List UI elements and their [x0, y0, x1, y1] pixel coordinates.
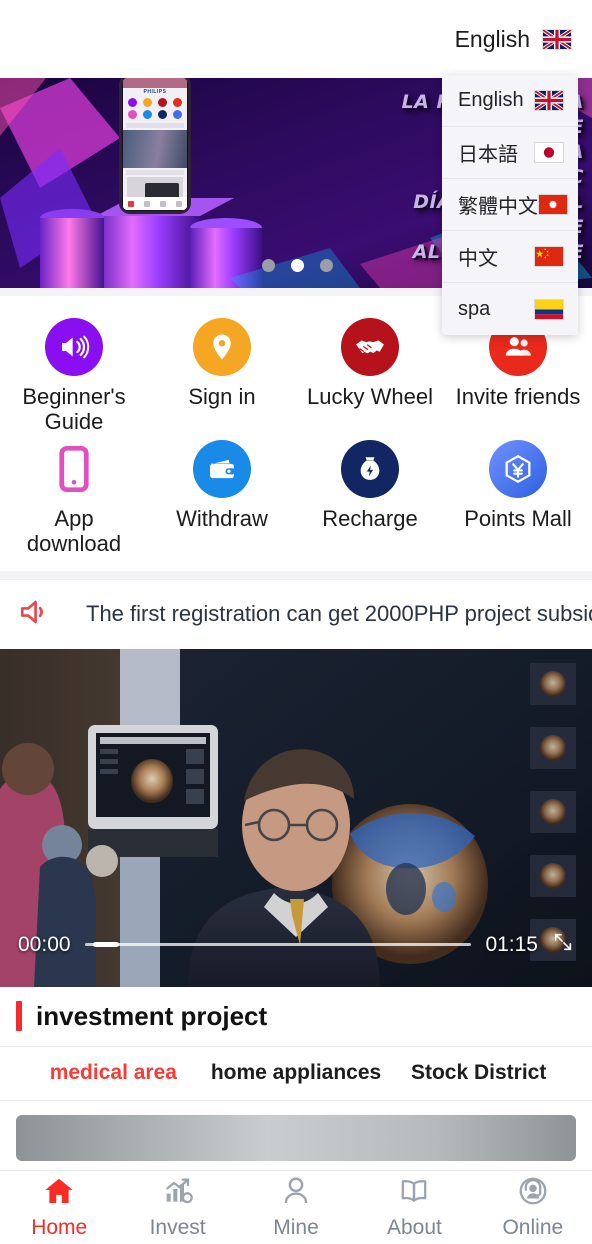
video-progress-bar[interactable]: [84, 942, 472, 947]
language-selector[interactable]: English: [455, 26, 572, 53]
quick-actions-panel: Beginner's Guide Sign in Lucky Wheel Inv…: [0, 296, 592, 571]
uk-flag-icon: [542, 28, 572, 50]
handshake-icon: [341, 318, 399, 376]
announcement-bar[interactable]: The first registration can get 2000PHP p…: [0, 578, 592, 649]
phone-brand-label: PHILIPS: [143, 89, 167, 95]
carousel-dot[interactable]: [262, 259, 275, 272]
language-option-label: 中文: [458, 248, 498, 270]
bottom-navigation[interactable]: Home Invest Mine About Online: [0, 1170, 592, 1244]
colombia-flag-icon: [534, 298, 564, 320]
nav-item-mine[interactable]: Mine: [237, 1171, 355, 1244]
video-controls[interactable]: 00:00 01:15: [0, 925, 592, 965]
nav-item-invest[interactable]: Invest: [118, 1171, 236, 1244]
investment-category-tabs[interactable]: medical area home appliances Stock Distr…: [0, 1046, 592, 1101]
nav-item-home[interactable]: Home: [0, 1171, 118, 1244]
quick-action-label: Lucky Wheel: [307, 384, 433, 409]
section-title: investment project: [36, 1000, 268, 1031]
money-bag-bolt-icon: [341, 440, 399, 499]
banner-phone-mockup: PHILIPS: [119, 78, 191, 214]
quick-action-sign-in[interactable]: Sign in: [148, 318, 296, 434]
headset-icon: [517, 1175, 549, 1212]
chart-icon: [162, 1175, 194, 1212]
carousel-dot-active[interactable]: [291, 259, 304, 272]
investment-section-header: investment project: [0, 986, 592, 1047]
quick-action-beginners-guide[interactable]: Beginner's Guide: [0, 318, 148, 434]
app-root: English PHILIPS LA DÍA AL English 日本語 繁體…: [0, 0, 592, 1244]
nav-item-label: Home: [31, 1216, 88, 1239]
nav-item-label: Mine: [273, 1216, 319, 1239]
quick-action-lucky-wheel[interactable]: Lucky Wheel: [296, 318, 444, 434]
quick-action-withdraw[interactable]: Withdraw: [148, 440, 296, 556]
japan-flag-icon: [534, 142, 564, 163]
language-option-label: 日本語: [458, 144, 518, 166]
quick-action-points-mall[interactable]: Points Mall: [444, 440, 592, 556]
announcement-text: The first registration can get 2000PHP p…: [86, 601, 592, 626]
video-current-time: 00:00: [18, 932, 71, 956]
quick-action-label: Points Mall: [464, 506, 572, 532]
language-option-label: English: [458, 89, 524, 111]
tab-home-appliances[interactable]: home appliances: [205, 1061, 388, 1085]
nav-item-online[interactable]: Online: [474, 1171, 592, 1244]
language-option-japanese[interactable]: 日本語: [442, 127, 578, 179]
quick-action-label: Withdraw: [176, 506, 268, 532]
page-header: English: [0, 0, 592, 78]
tab-stock-district[interactable]: Stock District: [387, 1061, 570, 1085]
home-icon: [42, 1175, 76, 1212]
tab-medical-area[interactable]: medical area: [22, 1061, 205, 1085]
person-icon: [280, 1175, 312, 1212]
hongkong-flag-icon: [538, 194, 568, 215]
quick-action-label: App download: [26, 506, 122, 556]
language-option-spanish[interactable]: spa: [442, 283, 578, 335]
nav-item-label: About: [386, 1216, 442, 1239]
video-duration: 01:15: [485, 932, 538, 956]
speaker-icon: [16, 595, 54, 634]
mobile-phone-icon: [45, 440, 103, 498]
video-player[interactable]: 00:00 01:15: [0, 648, 592, 987]
language-option-simplified-chinese[interactable]: 中文: [442, 231, 578, 283]
nav-item-about[interactable]: About: [355, 1171, 473, 1244]
china-flag-icon: [534, 246, 564, 267]
book-icon: [397, 1175, 431, 1212]
wallet-icon: [193, 440, 251, 499]
quick-action-label: Sign in: [188, 384, 256, 409]
quick-action-recharge[interactable]: Recharge: [296, 440, 444, 556]
section-accent-bar: [16, 1001, 22, 1031]
language-selector-label: English: [454, 25, 530, 52]
quick-actions-grid: Beginner's Guide Sign in Lucky Wheel Inv…: [0, 318, 592, 557]
quick-action-app-download[interactable]: App download: [0, 440, 148, 556]
language-option-label: 繁體中文: [458, 196, 538, 218]
language-option-english[interactable]: English: [442, 75, 578, 127]
uk-flag-icon: [534, 90, 564, 111]
yen-hexagon-icon: [489, 440, 547, 499]
carousel-dot[interactable]: [320, 259, 333, 272]
quick-action-invite-friends[interactable]: Invite friends: [444, 318, 592, 434]
carousel-dots[interactable]: [262, 259, 333, 272]
language-option-label: spa: [458, 297, 491, 320]
language-option-traditional-chinese[interactable]: 繁體中文: [442, 179, 578, 231]
language-dropdown-menu[interactable]: English 日本語 繁體中文 中文 spa: [442, 75, 578, 335]
quick-action-label: Beginner's Guide: [22, 384, 126, 434]
investment-product-card[interactable]: [16, 1114, 576, 1161]
quick-action-label: Recharge: [322, 506, 418, 532]
fullscreen-icon[interactable]: [552, 931, 574, 959]
location-pin-icon: [193, 318, 251, 376]
nav-item-label: Online: [502, 1216, 564, 1239]
megaphone-icon: [45, 318, 103, 376]
quick-action-label: Invite friends: [455, 384, 581, 409]
nav-item-label: Invest: [149, 1216, 206, 1239]
video-progress-handle[interactable]: [92, 942, 119, 947]
section-divider: [0, 570, 592, 579]
